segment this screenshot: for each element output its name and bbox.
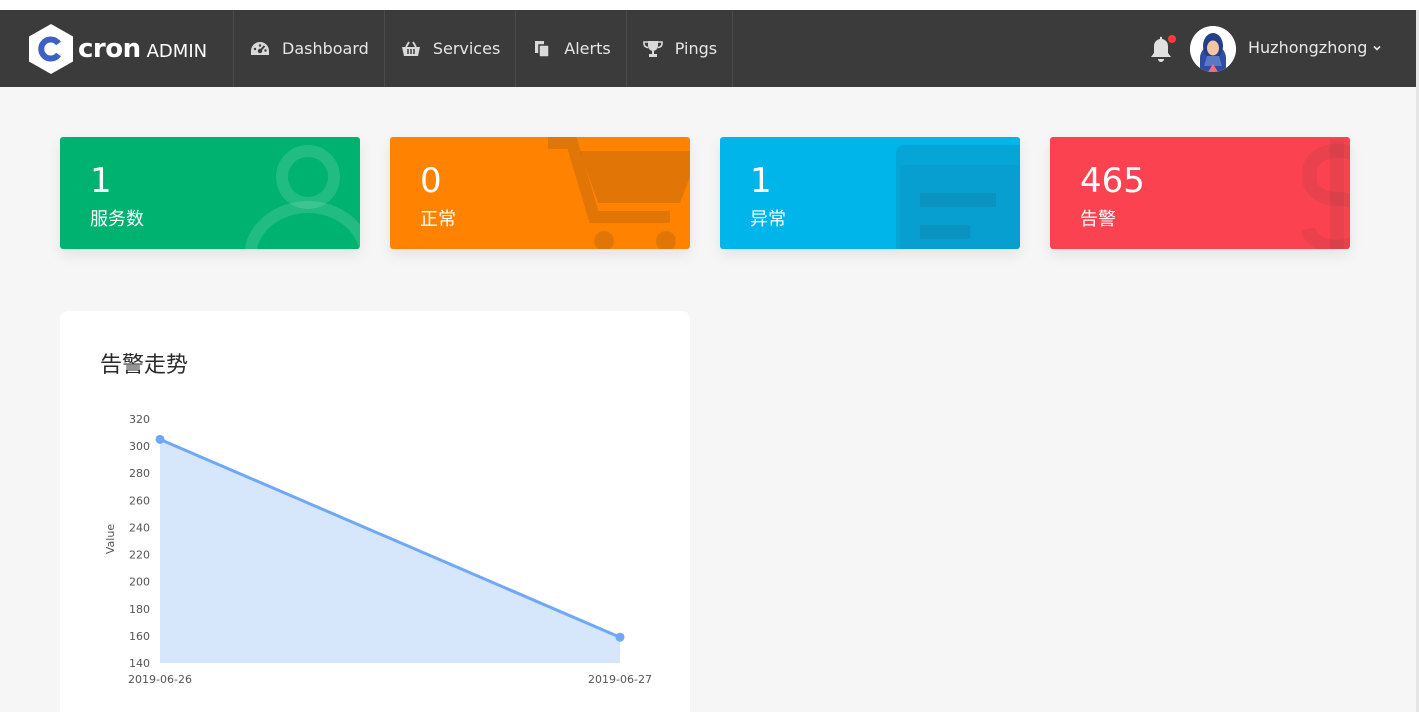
stat-value: 0 <box>420 161 442 201</box>
notification-dot <box>1168 35 1176 43</box>
stat-label: 服务数 <box>90 209 144 230</box>
stat-value: 465 <box>1080 161 1145 201</box>
calendar-icon <box>896 145 1020 249</box>
y-tick-label: 140 <box>129 657 150 670</box>
nav-label: Alerts <box>564 39 611 58</box>
main-content: 1 服务数 0 正常 1 异常 465 告警 告警走势 140 160 180 … <box>0 87 1416 712</box>
alert-trend-chart: 140 160 180 200 220 240 260 280 300 320 2019-06-26… <box>104 413 652 686</box>
stat-label: 正常 <box>420 209 456 230</box>
brand-suffix: ADMIN <box>146 41 208 62</box>
stat-card-normal: 0 正常 <box>390 137 690 249</box>
y-tick-label: 320 <box>129 413 150 426</box>
stat-label: 异常 <box>750 209 786 230</box>
nav-label: Dashboard <box>282 39 369 58</box>
alert-trend-panel: 告警走势 140 160 180 200 220 240 260 280 300 320 2019-… <box>60 311 690 712</box>
y-tick-label: 220 <box>129 549 150 562</box>
nav-pings[interactable]: Pings <box>625 10 734 87</box>
main-nav: Dashboard Services Alerts Pings <box>233 10 734 87</box>
stat-card-services: 1 服务数 <box>60 137 360 249</box>
y-tick-label: 240 <box>129 521 150 534</box>
user-name: Huzhongzhong <box>1248 38 1368 57</box>
stat-value: 1 <box>90 161 112 201</box>
stat-label: 告警 <box>1080 209 1116 230</box>
y-tick-label: 280 <box>129 467 150 480</box>
notifications-button[interactable] <box>1146 34 1176 64</box>
stat-value: 1 <box>750 161 772 201</box>
nav-label: Pings <box>674 39 718 58</box>
nav-alerts[interactable]: Alerts <box>515 10 625 87</box>
nav-services[interactable]: Services <box>383 10 515 87</box>
logo-hexagon-icon <box>28 23 74 75</box>
nav-label: Services <box>432 39 501 58</box>
dollar-icon <box>1301 139 1350 249</box>
avatar[interactable] <box>1190 26 1236 72</box>
user-icon <box>244 145 360 249</box>
copy-icon <box>532 40 552 58</box>
brand-logo[interactable]: cron ADMIN <box>28 22 207 76</box>
y-tick-label: 180 <box>129 603 150 616</box>
data-point <box>615 632 625 642</box>
x-tick-label: 2019-06-27 <box>588 673 652 686</box>
y-tick-label: 300 <box>129 440 150 453</box>
y-tick-label: 200 <box>129 576 150 589</box>
stat-card-abnormal: 1 异常 <box>720 137 1020 249</box>
user-menu[interactable]: Huzhongzhong <box>1248 38 1382 57</box>
nav-dashboard[interactable]: Dashboard <box>233 10 384 87</box>
navbar: cron ADMIN Dashboard Services Alerts Pin… <box>0 10 1419 87</box>
basket-icon <box>401 40 421 58</box>
y-axis-label: Value <box>104 524 117 554</box>
y-tick-label: 160 <box>129 630 150 643</box>
trophy-icon <box>642 40 663 58</box>
data-point <box>155 434 165 444</box>
y-tick-label: 260 <box>129 494 150 507</box>
cart-icon <box>548 137 690 249</box>
series-area <box>160 439 620 663</box>
brand-name: cron <box>78 34 141 64</box>
dashboard-icon <box>250 40 270 58</box>
x-tick-label: 2019-06-26 <box>128 673 192 686</box>
chevron-down-icon <box>1373 45 1381 51</box>
top-strip <box>0 0 1419 10</box>
stat-card-alerts: 465 告警 <box>1050 137 1350 249</box>
